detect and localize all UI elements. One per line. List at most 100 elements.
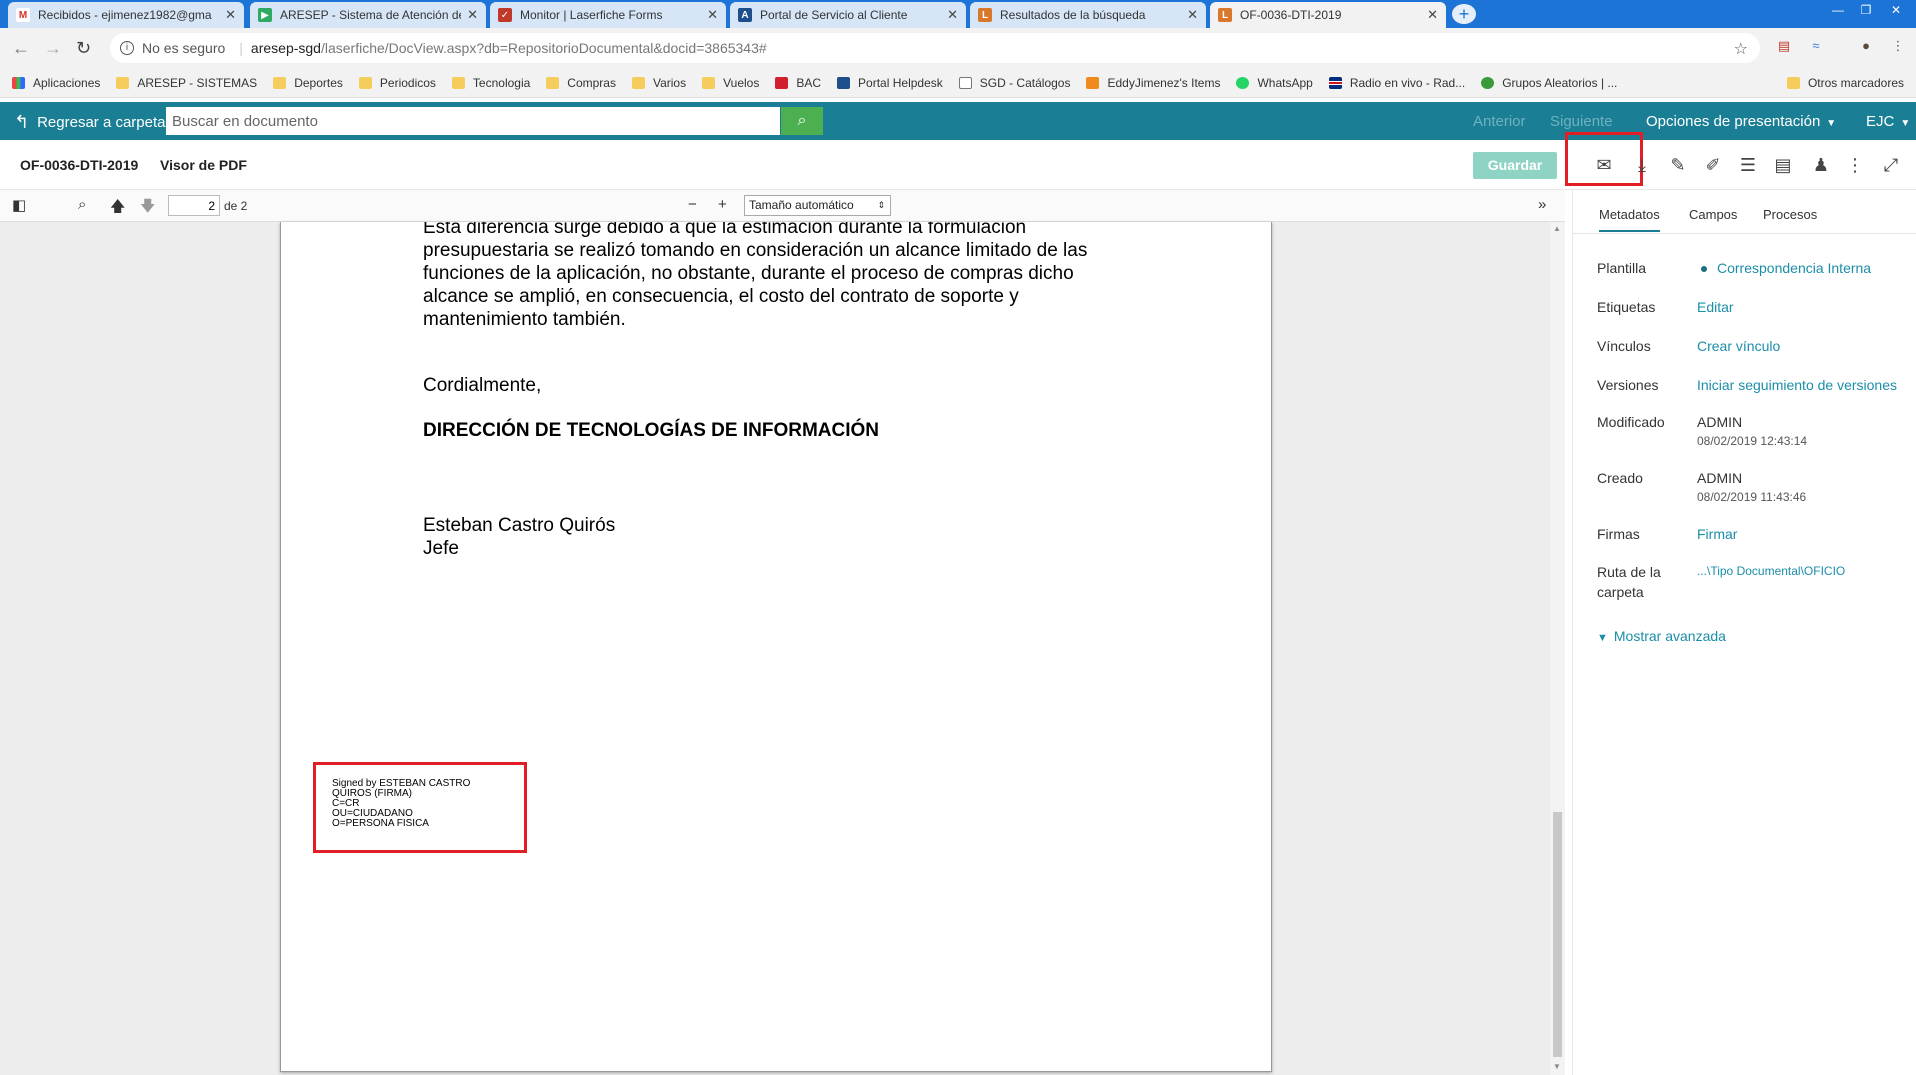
bookmark-items[interactable]: EddyJimenez's Items: [1086, 76, 1220, 90]
bookmark-star-icon[interactable]: ☆: [1734, 39, 1748, 59]
bookmark-bac[interactable]: BAC: [775, 76, 821, 90]
bookmark-folder[interactable]: Deportes: [273, 76, 343, 90]
browser-tab-portal[interactable]: A Portal de Servicio al Cliente ✕: [730, 2, 966, 28]
stamp-icon[interactable]: ♟: [1809, 153, 1833, 177]
close-icon[interactable]: ✕: [1427, 7, 1438, 23]
bookmark-whatsapp[interactable]: WhatsApp: [1236, 76, 1313, 90]
zoom-in-icon[interactable]: +: [718, 196, 727, 213]
scrollbar-thumb[interactable]: [1553, 812, 1562, 1057]
bookmark-folder[interactable]: Vuelos: [702, 76, 759, 90]
pdf-viewer[interactable]: Esta diferencia surge debido a que la es…: [0, 222, 1565, 1075]
folder-icon: [273, 76, 287, 89]
bookmark-helpdesk[interactable]: Portal Helpdesk: [837, 76, 943, 90]
pdf-extension-icon[interactable]: ▤: [1774, 36, 1794, 56]
bookmark-groups[interactable]: Grupos Aleatorios | ...: [1481, 76, 1617, 90]
bookmark-sgd[interactable]: SGD - Catálogos: [958, 76, 1070, 90]
bookmark-folder[interactable]: Varios: [631, 76, 686, 90]
vinculos-label: Vínculos: [1597, 338, 1651, 354]
browser-tab-aresep[interactable]: ▶ ARESEP - Sistema de Atención de ✕: [250, 2, 486, 28]
more-options-icon[interactable]: ⋮: [1843, 153, 1867, 177]
document-search-input[interactable]: [166, 107, 780, 135]
save-button[interactable]: Guardar: [1473, 152, 1557, 179]
plantilla-value[interactable]: Correspondencia Interna: [1701, 260, 1871, 276]
double-chevron-right-icon[interactable]: »: [1538, 196, 1546, 213]
plantilla-label: Plantilla: [1597, 260, 1647, 276]
minimize-icon[interactable]: —: [1826, 0, 1850, 20]
browser-tab-results[interactable]: L Resultados de la búsqueda ✕: [970, 2, 1206, 28]
search-icon[interactable]: ⌕: [78, 196, 86, 213]
helpdesk-icon: [837, 76, 851, 89]
avatar[interactable]: ●: [1856, 36, 1876, 56]
email-icon[interactable]: ✉: [1592, 153, 1616, 177]
previous-page-icon[interactable]: 🡅: [110, 196, 125, 221]
scroll-up-icon[interactable]: ▲: [1553, 224, 1561, 233]
close-icon[interactable]: ✕: [707, 7, 718, 23]
tab-metadatos[interactable]: Metadatos: [1599, 207, 1660, 232]
modificado-user: ADMIN: [1697, 414, 1743, 430]
folder-path-link[interactable]: ...\Tipo Documental\OFICIO: [1697, 564, 1845, 578]
close-icon[interactable]: ✕: [1187, 7, 1198, 23]
caret-down-icon: ▼: [1826, 118, 1837, 129]
next-button[interactable]: Siguiente: [1550, 113, 1613, 130]
edit-tags-link[interactable]: Editar: [1697, 299, 1734, 315]
bookmark-folder[interactable]: Tecnologia: [451, 76, 530, 90]
modificado-label: Modificado: [1597, 414, 1665, 430]
page-count: de 2: [224, 199, 248, 213]
browser-tab-forms[interactable]: ✓ Monitor | Laserfiche Forms ✕: [490, 2, 726, 28]
bookmark-other[interactable]: Otros marcadores: [1786, 76, 1904, 90]
download-icon[interactable]: ⤓: [1630, 153, 1654, 177]
show-advanced-toggle[interactable]: ▼ Mostrar avanzada: [1597, 628, 1726, 644]
pdf-page: Esta diferencia surge debido a que la es…: [280, 222, 1272, 1072]
vertical-scrollbar[interactable]: ▲ ▼: [1550, 222, 1565, 1075]
new-tab-button[interactable]: +: [1452, 4, 1476, 24]
sticky-note-icon[interactable]: ▤: [1771, 153, 1795, 177]
menu-dots-icon[interactable]: ⋮: [1888, 36, 1908, 56]
expand-icon[interactable]: ⤢: [1879, 153, 1903, 177]
apps-icon: [12, 76, 25, 89]
back-to-folder-button[interactable]: ↰ Regresar a carpeta: [14, 112, 166, 133]
laserfiche-icon: L: [978, 8, 992, 22]
aresep-icon: ▶: [258, 8, 272, 22]
display-options-menu[interactable]: Opciones de presentación ▼: [1646, 113, 1836, 130]
close-icon[interactable]: ✕: [225, 7, 236, 23]
bookmark-folder[interactable]: Periodicos: [358, 76, 436, 90]
folder-icon: [116, 76, 130, 89]
zoom-select[interactable]: Tamaño automático ⇕: [744, 195, 891, 216]
close-icon[interactable]: ✕: [467, 7, 478, 23]
info-icon[interactable]: i: [120, 41, 134, 55]
track-versions-link[interactable]: Iniciar seguimiento de versiones: [1697, 377, 1897, 393]
close-icon[interactable]: ✕: [947, 7, 958, 23]
page-number-input[interactable]: [168, 195, 220, 216]
next-page-icon[interactable]: 🡇: [140, 196, 155, 221]
back-arrow-icon[interactable]: ←: [12, 38, 30, 59]
sign-link[interactable]: Firmar: [1697, 526, 1737, 542]
zoom-out-icon[interactable]: −: [688, 196, 697, 213]
bookmark-folder[interactable]: Compras: [546, 76, 616, 90]
restore-icon[interactable]: ❐: [1854, 0, 1878, 20]
extension-icon[interactable]: ≈: [1806, 36, 1826, 56]
forward-arrow-icon[interactable]: →: [44, 38, 62, 59]
browser-tab-gmail[interactable]: M Recibidos - ejimenez1982@gma ✕: [8, 2, 244, 28]
sidebar-toggle-icon[interactable]: ◧: [12, 196, 26, 214]
scroll-down-icon[interactable]: ▼: [1553, 1062, 1561, 1071]
search-button[interactable]: ⌕: [781, 107, 823, 135]
create-link-link[interactable]: Crear vínculo: [1697, 338, 1780, 354]
bookmark-radio[interactable]: Radio en vivo - Rad...: [1328, 76, 1465, 90]
annotate-icon[interactable]: ✎: [1666, 153, 1690, 177]
pdf-toolbar: ◧ ⌕ 🡅 🡇 de 2 − + Tamaño automático⇕ »: [0, 190, 1565, 222]
user-menu[interactable]: EJC ▼: [1866, 113, 1910, 130]
bookmark-folder[interactable]: ARESEP - SISTEMAS: [116, 76, 257, 90]
url-field[interactable]: i No es seguro | aresep-sgd /laserfiche/…: [110, 33, 1760, 63]
browser-tab-document[interactable]: L OF-0036-DTI-2019 ✕: [1210, 2, 1446, 28]
close-window-icon[interactable]: ✕: [1884, 0, 1908, 20]
bookmark-apps[interactable]: Aplicaciones: [12, 76, 100, 90]
redaction-icon[interactable]: ☰: [1736, 153, 1760, 177]
tab-procesos[interactable]: Procesos: [1763, 207, 1817, 222]
tab-campos[interactable]: Campos: [1689, 207, 1737, 222]
panel-tabs: Metadatos Campos Procesos: [1573, 190, 1916, 234]
highlighter-icon[interactable]: ✐: [1701, 153, 1725, 177]
folder-icon: [702, 76, 716, 89]
previous-button[interactable]: Anterior: [1473, 113, 1526, 130]
caret-down-icon: ▼: [1900, 118, 1911, 129]
reload-icon[interactable]: ↻: [76, 38, 91, 59]
